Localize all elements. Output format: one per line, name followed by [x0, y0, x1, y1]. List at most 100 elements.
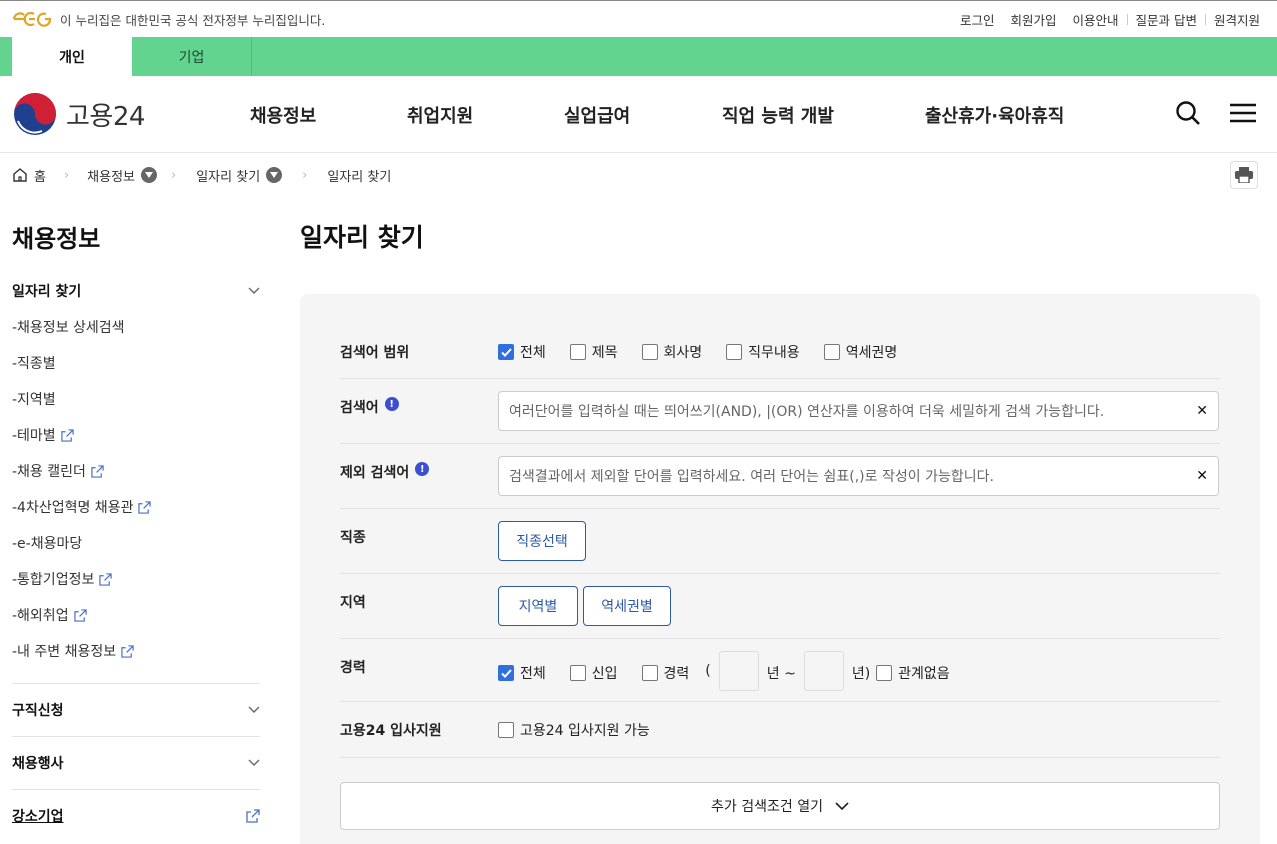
region-button[interactable]: 지역별	[498, 586, 578, 626]
checkbox-icon	[569, 665, 586, 681]
clear-keyword-icon[interactable]: ✕	[1196, 403, 1208, 419]
breadcrumb: 홈 › 채용정보 › 일자리 찾기 › 일자리 찾기	[0, 153, 1277, 197]
sidebar-subitem[interactable]: -내 주변 채용정보	[12, 633, 260, 669]
sidebar-section-job-application[interactable]: 구직신청	[12, 683, 260, 736]
apply-row: 고용24 입사지원 고용24 입사지원 가능	[340, 702, 1220, 758]
qna-link[interactable]: 질문과 답변	[1128, 10, 1205, 29]
exclude-placeholder: 검색결과에서 제외할 단어를 입력하세요. 여러 단어는 쉼표(,)로 작성이 …	[509, 469, 994, 485]
breadcrumb-job-search[interactable]: 일자리 찾기	[196, 166, 283, 185]
signup-link[interactable]: 회원가입	[1002, 10, 1064, 29]
nav-recruit[interactable]: 채용정보	[250, 102, 316, 128]
checkbox-label: 회사명	[663, 345, 703, 361]
chevron-down-icon[interactable]	[141, 167, 158, 183]
more-conditions-button[interactable]: 추가 검색조건 열기	[340, 782, 1220, 830]
exclude-input[interactable]: 검색결과에서 제외할 단어를 입력하세요. 여러 단어는 쉼표(,)로 작성이 …	[498, 456, 1219, 496]
sidebar-subitem[interactable]: -e-채용마당	[12, 525, 260, 561]
search-icon[interactable]	[1175, 100, 1201, 126]
apply-available-checkbox[interactable]: 고용24 입사지원 가능	[498, 720, 650, 740]
info-icon[interactable]: !	[384, 397, 399, 411]
checkbox-label: 신입	[591, 666, 618, 682]
guide-link[interactable]: 이용안내	[1064, 10, 1126, 29]
print-button[interactable]	[1230, 161, 1258, 189]
remote-support-link[interactable]: 원격지원	[1206, 10, 1260, 29]
nav-unemployment-benefit[interactable]: 실업급여	[564, 102, 630, 128]
career-checkbox-1[interactable]: 신입	[569, 663, 618, 683]
login-link[interactable]: 로그인	[952, 10, 1003, 29]
keyword-row: 검색어 ! 여러단어를 입력하실 때는 띄어쓰기(AND), |(OR) 연산자…	[340, 379, 1220, 444]
checkbox-label: 제목	[591, 345, 618, 361]
sidebar-subitem[interactable]: -테마별	[12, 417, 260, 453]
external-link-icon	[99, 572, 113, 586]
nav-parental-leave[interactable]: 출산휴가·육아휴직	[925, 102, 1064, 128]
sidebar-subitem-label: -통합기업정보	[12, 572, 95, 588]
sidebar-subitem-label: -해외취업	[12, 608, 69, 624]
breadcrumb-recruit[interactable]: 채용정보	[87, 166, 158, 185]
year-to-label: 년)	[851, 666, 871, 682]
egov-logo-icon	[12, 11, 52, 27]
paren-open: (	[705, 663, 711, 679]
sidebar-section-label: 강소기업	[12, 809, 64, 825]
info-icon[interactable]: !	[415, 462, 430, 476]
sidebar-subitem-label: -직종별	[12, 356, 56, 372]
scope-checkbox-2[interactable]: 회사명	[641, 342, 703, 362]
external-link-icon	[91, 464, 104, 478]
scope-checkbox-3[interactable]: 직무내용	[726, 342, 800, 362]
sidebar-subitem[interactable]: -직종별	[12, 345, 260, 381]
chevron-right-icon: ›	[63, 167, 70, 183]
year-from-label: 년 ~	[766, 666, 796, 682]
sidebar-subitem[interactable]: -해외취업	[12, 597, 260, 633]
external-link-icon	[61, 428, 74, 442]
chevron-down-icon[interactable]	[266, 167, 283, 183]
career-checkbox-0[interactable]: 전체	[498, 663, 546, 683]
checkbox-label: 역세권명	[845, 345, 898, 361]
sidebar-subitem[interactable]: -통합기업정보	[12, 561, 260, 597]
breadcrumb-label: 일자리 찾기	[327, 169, 392, 185]
checkbox-label: 전체	[520, 666, 546, 682]
sidebar-subitem-label: -채용정보 상세검색	[12, 320, 125, 336]
nav-job-training[interactable]: 직업 능력 개발	[722, 102, 834, 128]
sidebar-subitem-label: -4차산업혁명 채용관	[12, 500, 134, 516]
sidebar-subitem[interactable]: -4차산업혁명 채용관	[12, 489, 260, 525]
station-area-button[interactable]: 역세권별	[583, 586, 671, 626]
sidebar-section-strong-smes[interactable]: 강소기업	[12, 789, 260, 842]
career-label: 경력	[340, 660, 366, 676]
apply-label: 고용24 입사지원	[340, 723, 442, 739]
checkbox-icon	[498, 665, 514, 681]
sidebar-section-label: 채용행사	[12, 756, 64, 772]
checkbox-icon	[876, 665, 893, 681]
sidebar-title: 채용정보	[12, 225, 101, 253]
menu-icon[interactable]	[1229, 100, 1257, 126]
sidebar-group-job-search[interactable]: 일자리 찾기	[12, 281, 260, 301]
scope-checkbox-4[interactable]: 역세권명	[823, 342, 898, 362]
breadcrumb-home[interactable]: 홈	[12, 166, 46, 185]
taegeuk-logo-icon	[14, 93, 56, 135]
clear-exclude-icon[interactable]: ✕	[1196, 468, 1208, 484]
career-year-to-input[interactable]	[803, 651, 844, 691]
checkbox-icon	[823, 344, 840, 360]
career-none-checkbox[interactable]: 관계없음	[876, 651, 950, 683]
scope-checkbox-1[interactable]: 제목	[569, 342, 618, 362]
site-logo[interactable]: 고용24	[12, 91, 250, 137]
sidebar-group-label: 일자리 찾기	[12, 284, 82, 300]
checkbox-icon	[726, 344, 743, 360]
sidebar-subitem[interactable]: -채용 캘린더	[12, 453, 260, 489]
utility-links: 로그인 회원가입 이용안내 질문과 답변 원격지원	[952, 10, 1260, 29]
sidebar-subitem[interactable]: -채용정보 상세검색	[12, 309, 260, 345]
tab-company[interactable]: 기업	[132, 37, 252, 76]
keyword-input[interactable]: 여러단어를 입력하실 때는 띄어쓰기(AND), |(OR) 연산자를 이용하여…	[498, 391, 1219, 431]
keyword-placeholder: 여러단어를 입력하실 때는 띄어쓰기(AND), |(OR) 연산자를 이용하여…	[509, 404, 1105, 420]
scope-label: 검색어 범위	[340, 345, 410, 361]
external-link-icon	[73, 608, 87, 622]
tab-personal[interactable]: 개인	[12, 37, 132, 76]
nav-employment-support[interactable]: 취업지원	[407, 102, 473, 128]
sidebar-section-recruit-events[interactable]: 채용행사	[12, 736, 260, 789]
user-type-tabs: 개인 기업	[0, 37, 1277, 76]
job-select-button[interactable]: 직종선택	[498, 521, 586, 561]
career-year-from-input[interactable]	[718, 651, 759, 691]
scope-options: 전체 제목 회사명 직무내용 역세권명	[498, 342, 1220, 378]
scope-checkbox-0[interactable]: 전체	[498, 342, 546, 362]
sidebar-subitem[interactable]: -지역별	[12, 381, 260, 417]
career-checkbox-2[interactable]: 경력	[641, 663, 690, 683]
checkbox-label: 경력	[663, 666, 690, 682]
job-label: 직종	[340, 530, 366, 546]
